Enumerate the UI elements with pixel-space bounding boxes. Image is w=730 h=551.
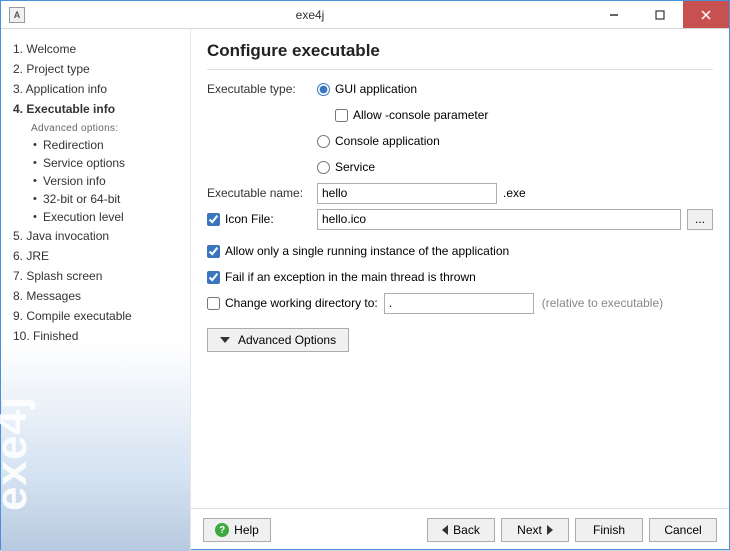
executable-type-label: Executable type: — [207, 82, 317, 96]
step-application-info[interactable]: 3. Application info — [13, 79, 184, 99]
cancel-button[interactable]: Cancel — [649, 518, 717, 542]
radio-console-label: Console application — [335, 134, 440, 148]
icon-file-label: Icon File: — [225, 212, 274, 226]
checkbox-single-instance-input[interactable] — [207, 245, 220, 258]
exe-extension-label: .exe — [503, 186, 526, 200]
checkbox-single-instance[interactable]: Allow only a single running instance of … — [207, 244, 509, 258]
advanced-options-heading: Advanced options: — [13, 119, 184, 136]
finish-button[interactable]: Finish — [575, 518, 643, 542]
finish-label: Finish — [593, 523, 625, 537]
radio-console-input[interactable] — [317, 135, 330, 148]
step-welcome[interactable]: 1. Welcome — [13, 39, 184, 59]
window: A exe4j 1. Welcome 2. Project type 3. Ap… — [0, 0, 730, 550]
radio-service-label: Service — [335, 160, 375, 174]
page-title: Configure executable — [207, 41, 713, 61]
back-button[interactable]: Back — [427, 518, 495, 542]
maximize-button[interactable] — [637, 1, 683, 28]
close-button[interactable] — [683, 1, 729, 28]
next-button[interactable]: Next — [501, 518, 569, 542]
step-jre[interactable]: 6. JRE — [13, 246, 184, 266]
content: Configure executable Executable type: GU… — [191, 29, 729, 508]
divider — [207, 69, 713, 70]
step-project-type[interactable]: 2. Project type — [13, 59, 184, 79]
working-dir-hint: (relative to executable) — [542, 296, 663, 310]
executable-name-input[interactable] — [317, 183, 497, 204]
step-java-invocation[interactable]: 5. Java invocation — [13, 226, 184, 246]
step-messages[interactable]: 8. Messages — [13, 286, 184, 306]
advanced-options-button[interactable]: Advanced Options — [207, 328, 349, 352]
checkbox-fail-exception[interactable]: Fail if an exception in the main thread … — [207, 270, 476, 284]
working-dir-input[interactable] — [384, 293, 534, 314]
checkbox-allow-console-param-input[interactable] — [335, 109, 348, 122]
substep-version-info[interactable]: Version info — [13, 172, 184, 190]
chevron-down-icon — [220, 337, 230, 343]
checkbox-fail-exception-input[interactable] — [207, 271, 220, 284]
radio-service[interactable]: Service — [317, 160, 375, 174]
body: 1. Welcome 2. Project type 3. Applicatio… — [1, 29, 729, 551]
checkbox-icon-file[interactable]: Icon File: — [207, 212, 317, 226]
radio-gui-label: GUI application — [335, 82, 417, 96]
app-icon: A — [5, 1, 29, 29]
step-compile-executable[interactable]: 9. Compile executable — [13, 306, 184, 326]
substep-execution-level[interactable]: Execution level — [13, 208, 184, 226]
window-controls — [591, 1, 729, 28]
checkbox-change-working-dir[interactable]: Change working directory to: — [207, 296, 378, 310]
radio-service-input[interactable] — [317, 161, 330, 174]
sidebar: 1. Welcome 2. Project type 3. Applicatio… — [1, 29, 191, 551]
help-button[interactable]: ? Help — [203, 518, 271, 542]
chevron-left-icon — [442, 525, 448, 535]
step-finished[interactable]: 10. Finished — [13, 326, 184, 346]
cancel-label: Cancel — [664, 523, 701, 537]
browse-icon-label: ... — [695, 212, 705, 226]
checkbox-change-working-dir-input[interactable] — [207, 297, 220, 310]
back-label: Back — [453, 523, 480, 537]
chevron-right-icon — [547, 525, 553, 535]
icon-file-input[interactable] — [317, 209, 681, 230]
main: Configure executable Executable type: GU… — [191, 29, 729, 551]
help-label: Help — [234, 523, 259, 537]
browse-icon-button[interactable]: ... — [687, 209, 713, 230]
checkbox-allow-console-param[interactable]: Allow -console parameter — [335, 108, 488, 122]
next-label: Next — [517, 523, 542, 537]
window-title: exe4j — [29, 8, 591, 22]
radio-console-application[interactable]: Console application — [317, 134, 440, 148]
substep-redirection[interactable]: Redirection — [13, 136, 184, 154]
substep-service-options[interactable]: Service options — [13, 154, 184, 172]
watermark: exe4j — [0, 396, 37, 511]
footer: ? Help Back Next Finish Cancel — [191, 508, 729, 551]
titlebar: A exe4j — [1, 1, 729, 29]
radio-gui-application[interactable]: GUI application — [317, 82, 417, 96]
checkbox-single-instance-label: Allow only a single running instance of … — [225, 244, 509, 258]
checkbox-fail-exception-label: Fail if an exception in the main thread … — [225, 270, 476, 284]
checkbox-allow-console-param-label: Allow -console parameter — [353, 108, 488, 122]
checkbox-icon-file-input[interactable] — [207, 213, 220, 226]
radio-gui-input[interactable] — [317, 83, 330, 96]
step-splash-screen[interactable]: 7. Splash screen — [13, 266, 184, 286]
checkbox-change-working-dir-label: Change working directory to: — [225, 296, 378, 310]
advanced-options-label: Advanced Options — [238, 333, 336, 347]
executable-name-label: Executable name: — [207, 186, 317, 200]
step-executable-info[interactable]: 4. Executable info — [13, 99, 184, 119]
minimize-button[interactable] — [591, 1, 637, 28]
help-icon: ? — [215, 523, 229, 537]
substep-32-64-bit[interactable]: 32-bit or 64-bit — [13, 190, 184, 208]
